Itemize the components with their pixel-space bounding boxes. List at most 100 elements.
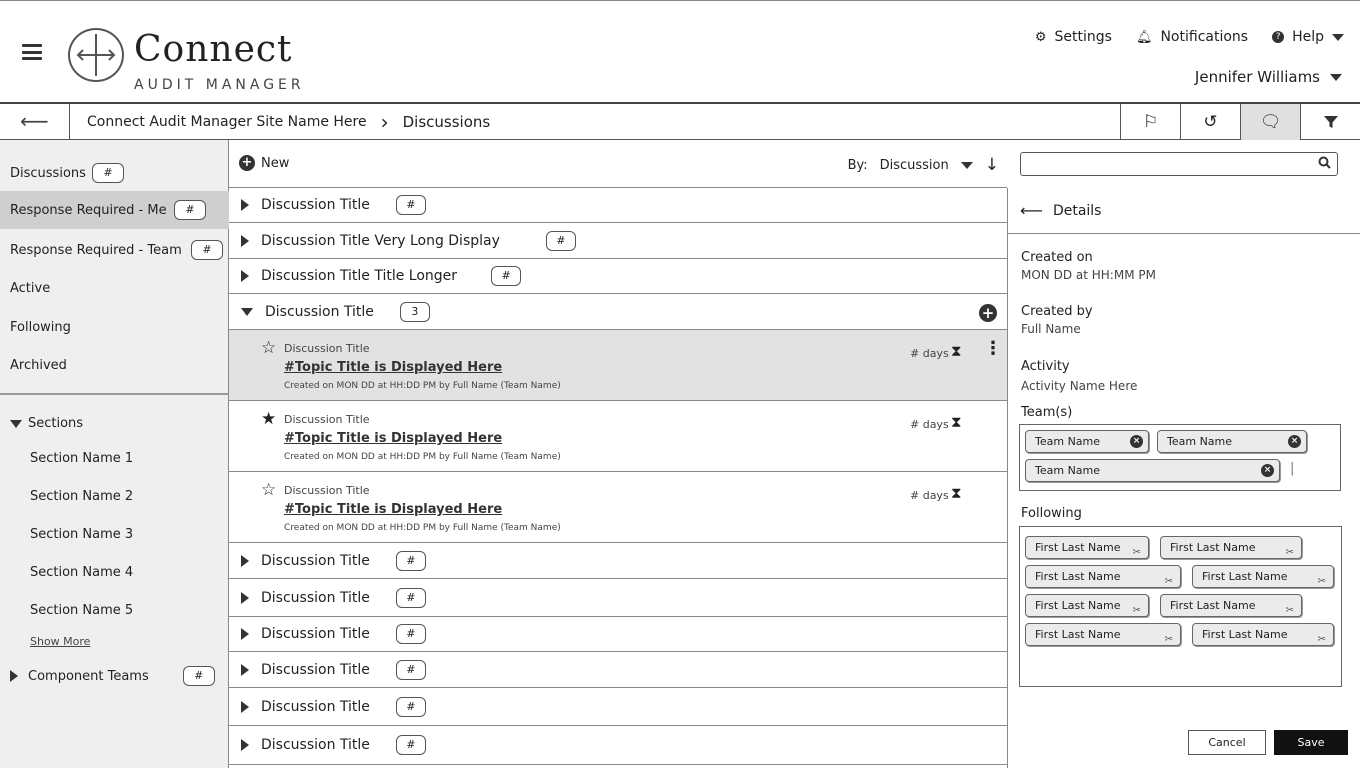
- sidebar-item-following[interactable]: Following: [0, 308, 229, 346]
- remove-icon[interactable]: ✂: [1165, 629, 1173, 650]
- topic-title-link[interactable]: #Topic Title is Displayed Here: [284, 431, 502, 446]
- section-link[interactable]: Section Name 4: [30, 565, 133, 580]
- remove-icon[interactable]: ✂: [1286, 542, 1294, 563]
- back-arrow-icon[interactable]: ⟵: [1020, 201, 1043, 220]
- follower-name: First Last Name: [1035, 628, 1121, 641]
- topic-title-link[interactable]: #Topic Title is Displayed Here: [284, 360, 502, 375]
- save-button[interactable]: Save: [1274, 730, 1348, 755]
- topic-item[interactable]: ★ Discussion Title #Topic Title is Displ…: [229, 401, 1007, 472]
- topic-item[interactable]: ☆ Discussion Title #Topic Title is Displ…: [229, 330, 1007, 401]
- logo-icon: [68, 28, 124, 82]
- discussion-row[interactable]: Discussion Title #: [229, 617, 1007, 652]
- section-link[interactable]: Section Name 1: [30, 451, 133, 466]
- help-link[interactable]: ? Help: [1272, 29, 1344, 45]
- discussion-row[interactable]: Discussion Title #: [229, 688, 1007, 726]
- user-menu[interactable]: Jennifer Williams: [1195, 68, 1342, 86]
- sidebar-item-active[interactable]: Active: [0, 269, 229, 307]
- new-label: New: [261, 155, 290, 171]
- notifications-link[interactable]: 🔔︎ Notifications: [1136, 29, 1248, 45]
- follower-chip: First Last Name ✂: [1025, 536, 1149, 559]
- discussion-row[interactable]: Discussion Title #: [229, 726, 1007, 765]
- discussion-row-expanded[interactable]: Discussion Title 3 +: [229, 294, 1007, 330]
- follower-chip: First Last Name ✂: [1192, 565, 1334, 588]
- follower-chip: First Last Name ✂: [1025, 594, 1149, 617]
- hamburger-menu-icon[interactable]: [22, 44, 42, 60]
- section-link[interactable]: Section Name 2: [30, 489, 133, 504]
- discussion-row[interactable]: Discussion Title #: [229, 579, 1007, 617]
- teams-field[interactable]: Team Name × Team Name × Team Name × |: [1019, 424, 1341, 491]
- star-outline-icon[interactable]: ☆: [261, 480, 276, 500]
- triangle-right-icon[interactable]: [241, 739, 249, 751]
- count-badge: #: [395, 195, 426, 215]
- show-more-link[interactable]: Show More: [30, 635, 90, 648]
- triangle-right-icon[interactable]: [241, 663, 249, 676]
- following-field[interactable]: First Last Name ✂ First Last Name ✂ Firs…: [1019, 526, 1342, 687]
- flag-button[interactable]: ⚐: [1120, 104, 1180, 140]
- remove-icon[interactable]: ✂: [1318, 629, 1326, 650]
- sidebar-item-response-required-team[interactable]: Response Required - Team #: [0, 231, 229, 269]
- follower-name: First Last Name: [1035, 599, 1121, 612]
- search-icon[interactable]: [1318, 156, 1331, 173]
- more-options-icon[interactable]: ⋮: [984, 340, 1002, 358]
- sidebar: Discussions # Response Required - Me # R…: [0, 140, 229, 768]
- cancel-button[interactable]: Cancel: [1188, 730, 1266, 755]
- triangle-right-icon[interactable]: [241, 628, 249, 640]
- details-title: Details: [1052, 202, 1102, 219]
- triangle-right-icon[interactable]: [241, 554, 249, 567]
- sidebar-item-discussions[interactable]: Discussions #: [0, 154, 229, 192]
- discussion-row[interactable]: Discussion Title #: [229, 652, 1007, 688]
- remove-icon[interactable]: ✂: [1165, 571, 1173, 592]
- discussion-row[interactable]: Discussion Title #: [229, 543, 1007, 579]
- count-badge: #: [395, 550, 426, 571]
- settings-link[interactable]: ⚙ Settings: [1035, 29, 1112, 45]
- discussion-row[interactable]: Discussion Title #: [229, 188, 1007, 223]
- component-teams-toggle[interactable]: Component Teams #: [10, 666, 220, 686]
- triangle-right-icon[interactable]: [241, 234, 249, 247]
- follower-chip: First Last Name ✂: [1025, 623, 1181, 646]
- sections-toggle[interactable]: Sections: [10, 416, 83, 431]
- history-button[interactable]: ↺: [1180, 104, 1240, 140]
- hourglass-icon: ⧗: [951, 413, 962, 431]
- remove-x-icon[interactable]: ×: [1130, 435, 1143, 448]
- remove-icon[interactable]: ✂: [1286, 600, 1294, 621]
- discussions-button[interactable]: 🗨︎: [1240, 104, 1300, 140]
- topic-title-link[interactable]: #Topic Title is Displayed Here: [284, 502, 502, 517]
- triangle-right-icon[interactable]: [241, 199, 249, 211]
- sort-direction-icon[interactable]: ↓: [985, 155, 999, 175]
- remove-x-icon[interactable]: ×: [1288, 435, 1301, 448]
- list-toolbar: + New By: Discussion ↓: [229, 140, 1007, 188]
- divider: [0, 393, 229, 395]
- section-link[interactable]: Section Name 3: [30, 527, 133, 542]
- topic-item[interactable]: ☆ Discussion Title #Topic Title is Displ…: [229, 472, 1007, 543]
- discussion-title: Discussion Title: [261, 589, 370, 606]
- triangle-down-icon[interactable]: [241, 307, 253, 316]
- count-badge: #: [395, 587, 426, 608]
- sidebar-item-response-required-me[interactable]: Response Required - Me #: [0, 191, 229, 229]
- triangle-right-icon[interactable]: [241, 700, 249, 713]
- sidebar-item-archived[interactable]: Archived: [0, 346, 229, 384]
- back-arrow-icon[interactable]: ⟵: [20, 111, 49, 131]
- remove-icon[interactable]: ✂: [1133, 600, 1141, 621]
- star-filled-icon[interactable]: ★: [261, 409, 276, 429]
- triangle-right-icon[interactable]: [241, 270, 249, 282]
- star-outline-icon[interactable]: ☆: [261, 338, 276, 358]
- app-title: Connect: [134, 29, 293, 70]
- filter-button[interactable]: [1300, 104, 1360, 140]
- triangle-right-icon[interactable]: [241, 591, 249, 604]
- section-link[interactable]: Section Name 5: [30, 603, 133, 618]
- following-label: Following: [1021, 506, 1082, 521]
- breadcrumb-site[interactable]: Connect Audit Manager Site Name Here: [87, 114, 367, 130]
- remove-icon[interactable]: ✂: [1318, 571, 1326, 592]
- discussion-row[interactable]: Discussion Title Title Longer #: [229, 259, 1007, 294]
- remove-x-icon[interactable]: ×: [1261, 464, 1274, 477]
- search-input[interactable]: [1020, 152, 1338, 176]
- app-subtitle: AUDIT MANAGER: [134, 77, 305, 93]
- activity-label: Activity: [1021, 359, 1070, 374]
- add-topic-icon[interactable]: +: [979, 304, 997, 322]
- discussion-row[interactable]: Discussion Title Very Long Display #: [229, 223, 1007, 259]
- remove-icon[interactable]: ✂: [1133, 542, 1141, 563]
- topic-meta: Created on MON DD at HH:DD PM by Full Na…: [284, 523, 561, 533]
- chevron-down-icon[interactable]: [960, 161, 973, 169]
- new-button[interactable]: + New: [239, 155, 289, 171]
- sort-control[interactable]: By: Discussion ↓: [848, 155, 999, 175]
